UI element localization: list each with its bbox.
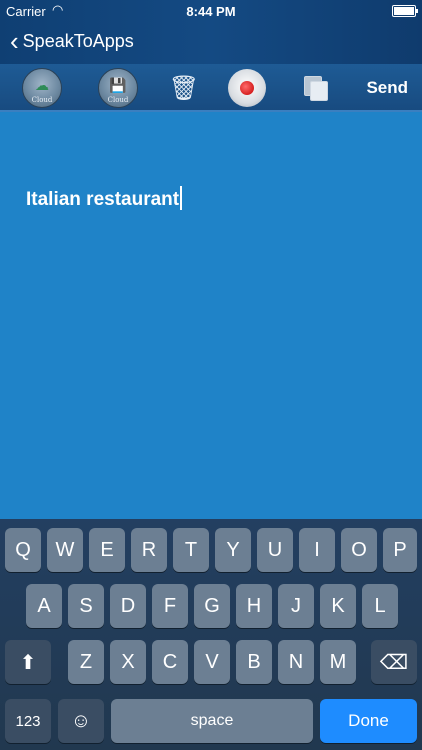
- delete-button[interactable]: 🗑: [164, 68, 204, 108]
- key-t[interactable]: T: [173, 528, 209, 572]
- record-icon: [228, 69, 266, 107]
- text-cursor: [180, 186, 183, 210]
- delete-key[interactable]: ⌫: [371, 640, 417, 684]
- emoji-icon: ☺: [70, 709, 92, 732]
- navigation-bar: ‹ SpeakToApps: [0, 26, 422, 62]
- send-button[interactable]: Send: [366, 78, 408, 98]
- shift-icon: ⬆: [19, 651, 37, 674]
- key-o[interactable]: O: [341, 528, 377, 572]
- key-a[interactable]: A: [26, 584, 62, 628]
- cloud-save-button[interactable]: 💾 Cloud: [98, 68, 138, 108]
- key-c[interactable]: C: [152, 640, 188, 684]
- key-r[interactable]: R: [131, 528, 167, 572]
- key-z[interactable]: Z: [68, 640, 104, 684]
- shift-key[interactable]: ⬆: [5, 640, 51, 684]
- key-n[interactable]: N: [278, 640, 314, 684]
- space-key[interactable]: space: [111, 699, 313, 743]
- editor-text-line: Italian restaurant: [26, 186, 183, 211]
- key-x[interactable]: X: [110, 640, 146, 684]
- key-m[interactable]: M: [320, 640, 356, 684]
- copy-icon: [304, 76, 328, 101]
- key-b[interactable]: B: [236, 640, 272, 684]
- battery-icon: [392, 5, 418, 17]
- backspace-icon: ⌫: [379, 651, 409, 674]
- key-j[interactable]: J: [278, 584, 314, 628]
- key-w[interactable]: W: [47, 528, 83, 572]
- cloud-upload-button[interactable]: ☁ Cloud: [22, 68, 62, 108]
- status-bar: Carrier ◠ 8:44 PM: [0, 0, 422, 22]
- back-button[interactable]: ‹ SpeakToApps: [10, 25, 134, 56]
- copy-button[interactable]: [296, 68, 336, 108]
- trash-icon: 🗑: [168, 74, 200, 102]
- cloud-save-label: Cloud: [107, 96, 129, 104]
- record-button[interactable]: [227, 68, 267, 108]
- key-f[interactable]: F: [152, 584, 188, 628]
- keyboard: Q W E R T Y U I O P A S D F G H J K L ⬆ …: [0, 519, 422, 750]
- back-label: SpeakToApps: [22, 31, 134, 51]
- key-d[interactable]: D: [110, 584, 146, 628]
- done-key[interactable]: Done: [320, 699, 417, 743]
- editor-text: Italian restaurant: [26, 189, 180, 210]
- toolbar: ☁ Cloud 💾 Cloud 🗑 Send: [0, 64, 422, 112]
- cloud-save-icon: 💾 Cloud: [98, 68, 138, 108]
- clock: 8:44 PM: [186, 4, 236, 19]
- key-k[interactable]: K: [320, 584, 356, 628]
- text-editor[interactable]: Italian restaurant: [0, 112, 422, 519]
- key-u[interactable]: U: [257, 528, 293, 572]
- key-q[interactable]: Q: [5, 528, 41, 572]
- key-g[interactable]: G: [194, 584, 230, 628]
- key-e[interactable]: E: [89, 528, 125, 572]
- key-y[interactable]: Y: [215, 528, 251, 572]
- key-v[interactable]: V: [194, 640, 230, 684]
- key-i[interactable]: I: [299, 528, 335, 572]
- key-h[interactable]: H: [236, 584, 272, 628]
- chevron-left-icon: ‹: [10, 25, 19, 56]
- numbers-key[interactable]: 123: [5, 699, 51, 743]
- key-p[interactable]: P: [383, 528, 417, 572]
- key-l[interactable]: L: [362, 584, 398, 628]
- emoji-key[interactable]: ☺: [58, 699, 104, 743]
- cloud-upload-icon: ☁ Cloud: [22, 68, 62, 108]
- key-s[interactable]: S: [68, 584, 104, 628]
- cloud-upload-label: Cloud: [31, 96, 53, 104]
- top-bar: Carrier ◠ 8:44 PM ‹ SpeakToApps: [0, 0, 422, 64]
